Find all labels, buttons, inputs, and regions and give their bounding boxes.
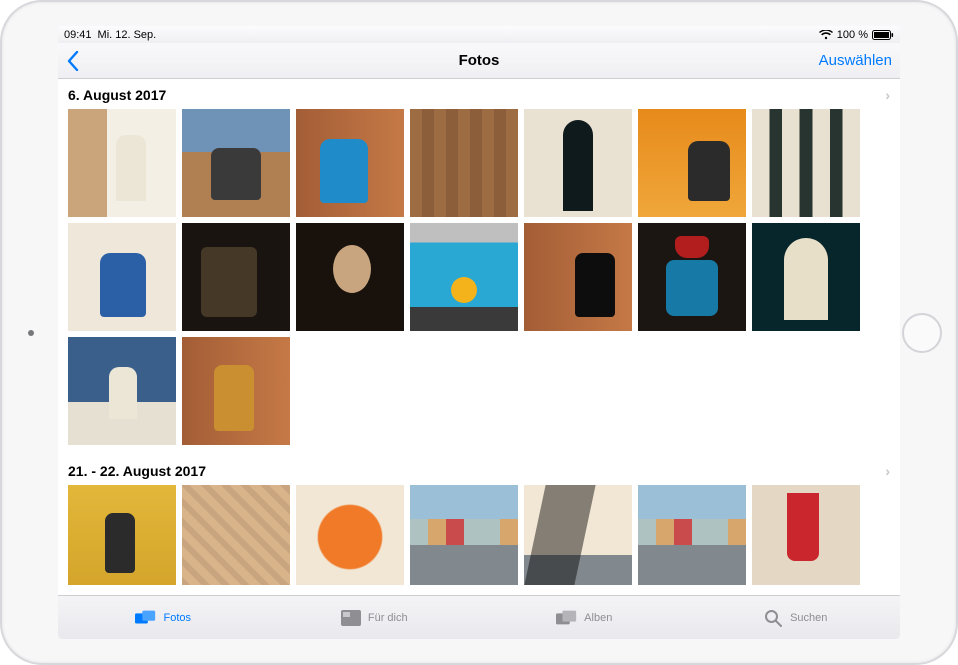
photo-thumbnail[interactable] xyxy=(638,485,746,585)
front-camera-dot xyxy=(28,330,34,336)
tab-for-you[interactable]: Für dich xyxy=(269,596,480,639)
photo-thumbnail[interactable] xyxy=(752,485,860,585)
photo-thumbnail[interactable] xyxy=(638,223,746,331)
section-title: 21. - 22. August 2017 xyxy=(68,463,206,479)
status-time: 09:41 xyxy=(64,29,92,41)
search-icon xyxy=(762,609,784,627)
tab-search[interactable]: Suchen xyxy=(690,596,901,639)
photo-thumbnail[interactable] xyxy=(296,109,404,217)
photo-thumbnail[interactable] xyxy=(524,109,632,217)
photo-thumbnail[interactable] xyxy=(68,485,176,585)
photos-content: 6. August 2017 › xyxy=(58,79,900,595)
section-header[interactable]: 6. August 2017 › xyxy=(62,79,896,107)
tab-photos[interactable]: Fotos xyxy=(58,596,269,639)
tab-bar: Fotos Für dich Alben Suchen xyxy=(58,595,900,639)
for-you-icon xyxy=(340,609,362,627)
chevron-right-icon: › xyxy=(885,87,890,103)
back-button[interactable] xyxy=(66,51,80,71)
photo-thumbnail[interactable] xyxy=(182,485,290,585)
screen: 09:41 Mi. 12. Sep. 100 % Fotos Auswählen xyxy=(58,26,900,639)
photo-thumbnail[interactable] xyxy=(182,337,290,445)
photo-thumbnail[interactable] xyxy=(524,223,632,331)
ipad-device-frame: 09:41 Mi. 12. Sep. 100 % Fotos Auswählen xyxy=(0,0,958,665)
photo-thumbnail[interactable] xyxy=(752,223,860,331)
albums-icon xyxy=(556,609,578,627)
photo-thumbnail[interactable] xyxy=(752,109,860,217)
status-bar: 09:41 Mi. 12. Sep. 100 % xyxy=(58,26,900,43)
photo-thumbnail[interactable] xyxy=(182,223,290,331)
tab-albums[interactable]: Alben xyxy=(479,596,690,639)
select-button[interactable]: Auswählen xyxy=(819,52,892,69)
photo-thumbnail[interactable] xyxy=(410,109,518,217)
chevron-right-icon: › xyxy=(885,463,890,479)
photos-icon xyxy=(135,609,157,627)
photo-thumbnail[interactable] xyxy=(68,223,176,331)
tab-label: Alben xyxy=(584,612,612,624)
navigation-bar: Fotos Auswählen xyxy=(58,43,900,79)
photo-thumbnail[interactable] xyxy=(68,109,176,217)
photo-thumbnail[interactable] xyxy=(68,337,176,445)
status-date: Mi. 12. Sep. xyxy=(98,29,157,41)
page-title: Fotos xyxy=(58,52,900,69)
photo-grid xyxy=(62,483,896,595)
photo-grid xyxy=(62,107,896,455)
wifi-icon xyxy=(819,30,833,40)
tab-label: Für dich xyxy=(368,612,408,624)
photo-thumbnail[interactable] xyxy=(410,485,518,585)
photo-thumbnail[interactable] xyxy=(524,485,632,585)
photo-thumbnail[interactable] xyxy=(410,223,518,331)
section-title: 6. August 2017 xyxy=(68,87,166,103)
home-button[interactable] xyxy=(902,313,942,353)
photo-thumbnail[interactable] xyxy=(296,485,404,585)
tab-label: Fotos xyxy=(163,612,191,624)
section-header[interactable]: 21. - 22. August 2017 › xyxy=(62,455,896,483)
photo-thumbnail[interactable] xyxy=(638,109,746,217)
status-battery-text: 100 % xyxy=(837,29,868,41)
photo-thumbnail[interactable] xyxy=(296,223,404,331)
photo-thumbnail[interactable] xyxy=(182,109,290,217)
tab-label: Suchen xyxy=(790,612,827,624)
battery-icon xyxy=(872,30,894,40)
